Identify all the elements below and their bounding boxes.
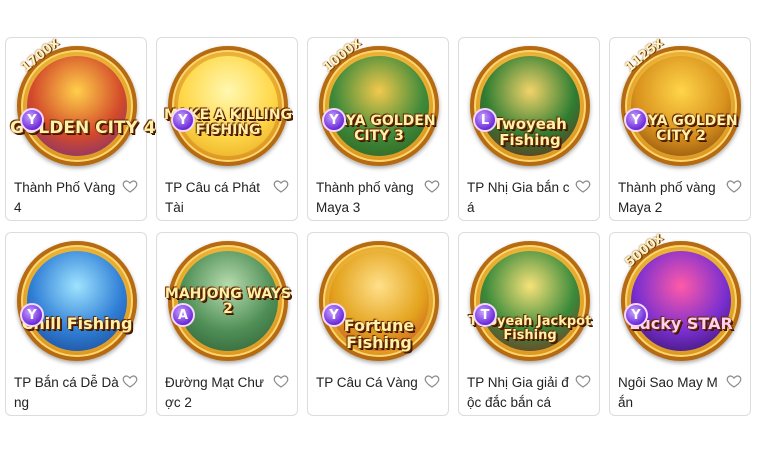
- favorite-heart-icon[interactable]: [575, 373, 591, 389]
- game-thumbnail[interactable]: Twoyeah Fishing L: [467, 42, 593, 174]
- game-thumbnail[interactable]: Chill Fishing Y: [14, 237, 140, 369]
- game-title: Thành Phố Vàng 4: [14, 180, 116, 215]
- provider-chip-icon: T: [473, 303, 497, 327]
- game-card[interactable]: Twoyeah Fishing L TP Nhị Gia bắn cá: [458, 37, 600, 221]
- favorite-heart-icon[interactable]: [575, 178, 591, 194]
- game-card[interactable]: Twoyeah Jackpot Fishing T TP Nhị Gia giả…: [458, 232, 600, 416]
- game-title: TP Nhị Gia bắn cá: [467, 180, 570, 215]
- game-title: TP Nhị Gia giải độc đắc bắn cá: [467, 375, 569, 410]
- game-thumbnail[interactable]: MAKE A KILLING FISHING Y: [164, 42, 292, 174]
- provider-chip-icon: Y: [322, 303, 346, 327]
- game-title: TP Bắn cá Dễ Dàng: [14, 375, 119, 410]
- provider-chip-icon: Y: [624, 108, 648, 132]
- favorite-heart-icon[interactable]: [424, 373, 440, 389]
- game-thumbnail[interactable]: Fortune Fishing Y: [316, 237, 442, 369]
- game-card[interactable]: 5000x Lucky STAR Y Ngôi Sao May Mắn: [609, 230, 751, 416]
- provider-chip-icon: Y: [171, 108, 195, 132]
- favorite-heart-icon[interactable]: [424, 178, 440, 194]
- favorite-heart-icon[interactable]: [122, 178, 138, 194]
- provider-chip-icon: Y: [624, 303, 648, 327]
- game-thumbnail[interactable]: 5000x Lucky STAR Y: [618, 230, 744, 369]
- game-card[interactable]: 1125x MAYA GOLDEN CITY 2 Y Thành phố vàn…: [609, 35, 751, 221]
- game-thumbnail[interactable]: Twoyeah Jackpot Fishing T: [467, 237, 593, 369]
- favorite-heart-icon[interactable]: [726, 373, 742, 389]
- game-title: Ngôi Sao May Mắn: [618, 375, 718, 410]
- provider-chip-icon: Y: [20, 303, 44, 327]
- provider-chip-icon: A: [171, 303, 195, 327]
- provider-chip-icon: Y: [20, 108, 44, 132]
- game-title: TP Câu Cá Vàng: [316, 375, 418, 390]
- game-title: TP Câu cá Phát Tài: [165, 180, 261, 215]
- favorite-heart-icon[interactable]: [726, 178, 742, 194]
- game-thumbnail[interactable]: 1700x GOLDEN CITY 4 Y: [10, 35, 156, 174]
- provider-chip-icon: Y: [322, 108, 346, 132]
- favorite-heart-icon[interactable]: [273, 373, 289, 389]
- favorite-heart-icon[interactable]: [122, 373, 138, 389]
- favorite-heart-icon[interactable]: [273, 178, 289, 194]
- game-card[interactable]: Fortune Fishing Y TP Câu Cá Vàng: [307, 232, 449, 416]
- game-title: Thành phố vàng Maya 3: [316, 180, 414, 215]
- game-card[interactable]: MAHJONG WAYS 2 A Đường Mạt Chược 2: [156, 232, 298, 416]
- game-card[interactable]: MAKE A KILLING FISHING Y TP Câu cá Phát …: [156, 37, 298, 221]
- game-card[interactable]: 1000x MAYA GOLDEN CITY 3 Y Thành phố vàn…: [307, 35, 449, 221]
- game-card[interactable]: Chill Fishing Y TP Bắn cá Dễ Dàng: [5, 232, 147, 416]
- game-thumbnail[interactable]: 1125x MAYA GOLDEN CITY 2 Y: [618, 35, 744, 174]
- game-thumbnail[interactable]: 1000x MAYA GOLDEN CITY 3 Y: [316, 35, 442, 174]
- game-card[interactable]: 1700x GOLDEN CITY 4 Y Thành Phố Vàng 4: [5, 35, 156, 221]
- provider-chip-icon: L: [473, 108, 497, 132]
- game-title: Đường Mạt Chược 2: [165, 375, 264, 410]
- game-thumbnail[interactable]: MAHJONG WAYS 2 A: [165, 237, 291, 369]
- game-title: Thành phố vàng Maya 2: [618, 180, 716, 215]
